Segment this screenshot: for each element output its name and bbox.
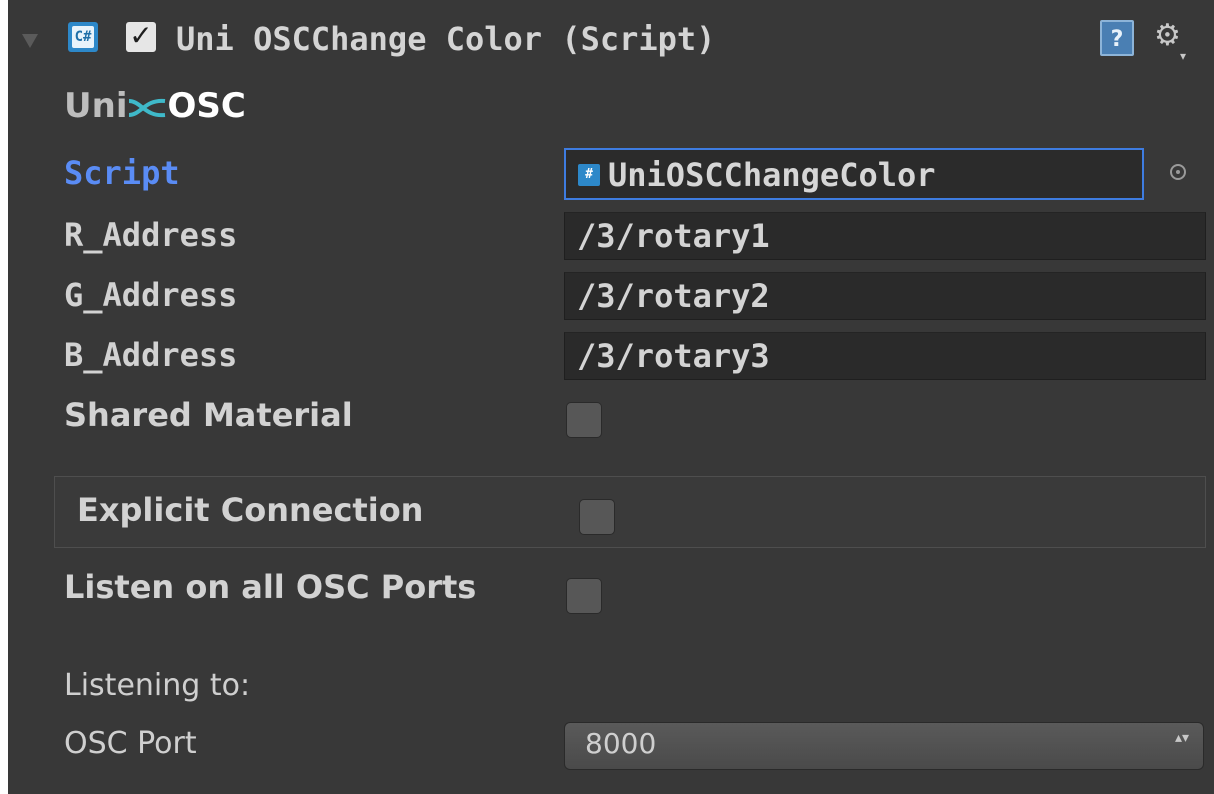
g-address-label: G_Address xyxy=(64,276,238,314)
script-object-value: UniOSCChangeColor xyxy=(608,156,936,194)
explicit-connection-checkbox[interactable] xyxy=(579,499,615,535)
component-enabled-checkbox[interactable]: ✓ xyxy=(126,22,156,52)
logo-text-uni: Uni xyxy=(64,86,128,126)
gear-dropdown-caret: ▾ xyxy=(1180,49,1187,63)
script-label: Script xyxy=(64,154,180,192)
help-book-icon[interactable]: ? xyxy=(1100,20,1134,56)
logo-wave-icon xyxy=(127,92,167,132)
osc-port-label: OSC Port xyxy=(64,726,197,761)
foldout-arrow-icon[interactable] xyxy=(22,34,38,48)
csharp-script-icon: C# xyxy=(68,22,98,52)
listen-all-ports-checkbox[interactable] xyxy=(566,578,602,614)
script-object-field[interactable]: # UniOSCChangeColor xyxy=(564,148,1144,200)
csharp-script-icon-label: C# xyxy=(72,26,94,48)
r-address-field[interactable]: /3/rotary1 xyxy=(564,212,1206,260)
r-address-label: R_Address xyxy=(64,216,238,254)
osc-port-value: 8000 xyxy=(585,727,657,760)
unisosc-logo: Uni OSC xyxy=(64,86,246,136)
script-asset-icon: # xyxy=(578,164,600,186)
logo-text-osc: OSC xyxy=(167,86,246,126)
inspector-panel: C# ✓ Uni OSCChange Color (Script) ? ⚙ ▾ … xyxy=(8,0,1214,794)
listen-all-ports-label: Listen on all OSC Ports xyxy=(64,568,477,606)
shared-material-checkbox[interactable] xyxy=(566,402,602,438)
component-title: Uni OSCChange Color (Script) xyxy=(176,20,716,58)
g-address-field[interactable]: /3/rotary2 xyxy=(564,272,1206,320)
component-header[interactable]: C# ✓ Uni OSCChange Color (Script) ? ⚙ ▾ xyxy=(8,0,1214,84)
listening-to-label: Listening to: xyxy=(64,668,251,703)
shared-material-label: Shared Material xyxy=(64,396,353,434)
gear-glyph: ⚙ xyxy=(1154,18,1181,53)
b-address-field[interactable]: /3/rotary3 xyxy=(564,332,1206,380)
gear-icon[interactable]: ⚙ ▾ xyxy=(1154,18,1186,63)
b-address-label: B_Address xyxy=(64,336,238,374)
explicit-connection-label: Explicit Connection xyxy=(77,491,424,529)
osc-port-dropdown[interactable]: 8000 ▴▾ xyxy=(564,722,1204,770)
dropdown-arrows-icon: ▴▾ xyxy=(1174,730,1189,746)
object-picker-icon[interactable] xyxy=(1170,164,1186,180)
explicit-connection-section: Explicit Connection xyxy=(54,476,1206,548)
